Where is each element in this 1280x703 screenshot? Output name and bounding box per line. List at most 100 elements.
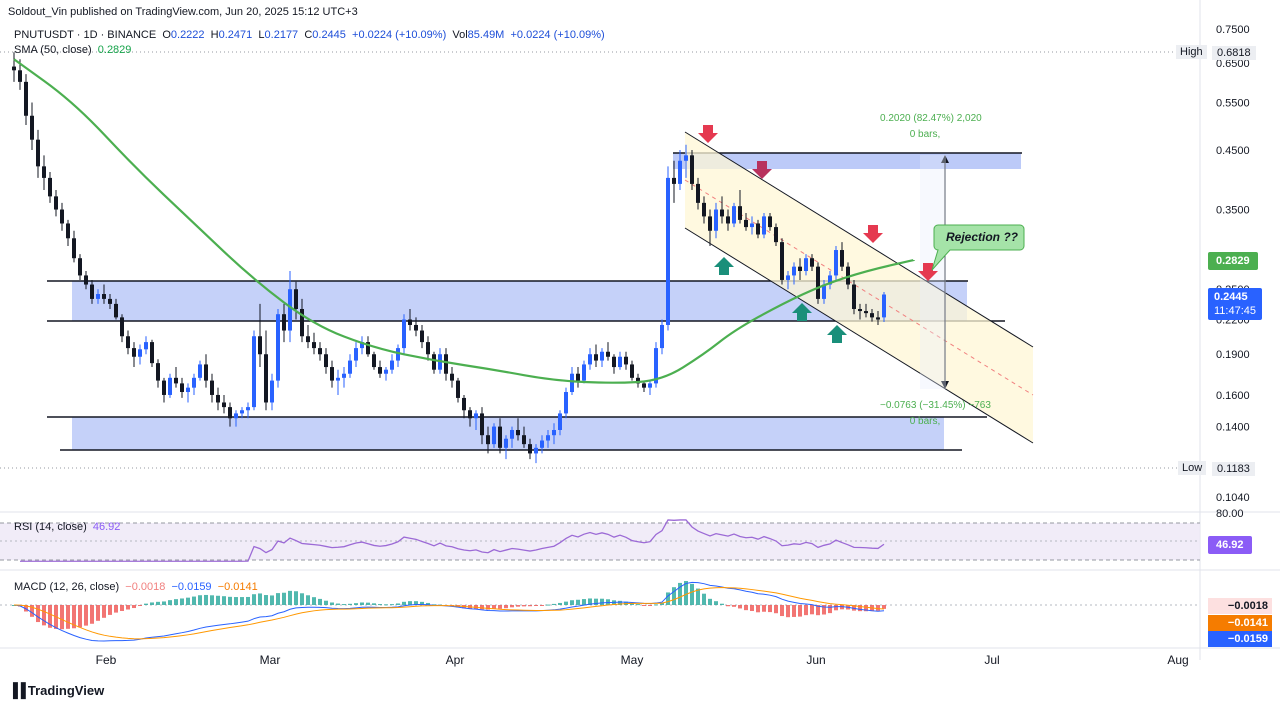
candle-body — [282, 314, 286, 331]
macd-hist-bar — [228, 596, 232, 605]
candle-body — [264, 354, 268, 403]
candle-body — [474, 413, 478, 419]
candle-body — [732, 206, 736, 224]
symbol-label[interactable]: PNUTUSDT · 1D · BINANCE — [14, 29, 156, 41]
macd-hist-bar — [882, 605, 886, 609]
macd-label: MACD (12, 26, close) — [14, 581, 120, 593]
candle-body — [402, 319, 406, 349]
macd-legend[interactable]: MACD (12, 26, close) −0.0018 −0.0159 −0.… — [14, 581, 258, 593]
candle-body — [90, 284, 94, 299]
candle-body — [420, 330, 424, 343]
candle-body — [708, 216, 712, 231]
brand-name: TradingView — [27, 682, 105, 698]
macd-hist-bar — [384, 604, 388, 606]
macd-hist-tag: −0.0018 — [1208, 598, 1272, 614]
macd-hist-bar — [516, 605, 520, 607]
macd-hist-bar — [390, 604, 394, 606]
macd-hist-bar — [186, 597, 190, 605]
macd-hist-bar — [732, 605, 736, 607]
candle-body — [306, 336, 310, 343]
macd-hist-bar — [636, 604, 640, 606]
price-tick-0: 0.7500 — [1216, 24, 1250, 36]
volume-value: 85.49M — [467, 29, 505, 41]
candle-body — [84, 275, 88, 285]
candle-body — [102, 294, 106, 299]
candle-body — [288, 289, 292, 331]
macd-hist-bar — [828, 605, 832, 614]
candle-body — [876, 317, 880, 320]
macd-hist-bar — [348, 603, 352, 605]
candle-body — [24, 81, 28, 116]
candle-body — [180, 383, 184, 393]
macd-hist-bar — [192, 596, 196, 605]
candle-body — [552, 429, 556, 436]
macd-hist-bar — [306, 595, 310, 605]
macd-hist-bar — [534, 605, 538, 606]
rsi-legend[interactable]: RSI (14, close) 46.92 — [14, 521, 120, 533]
price-tick-3: 0.4500 — [1216, 145, 1250, 157]
price-tick-8: 0.1900 — [1216, 349, 1250, 361]
candle-body — [72, 238, 76, 259]
candle-body — [756, 223, 760, 235]
candle-body — [372, 354, 376, 368]
candle-body — [108, 298, 112, 304]
measure-up-line1: 0.2020 (82.47%) 2,020 — [880, 113, 982, 124]
candle-body — [408, 319, 412, 325]
macd-hist-bar — [312, 597, 316, 605]
candle-body — [138, 349, 142, 357]
macd-hist-bar — [366, 602, 370, 605]
macd-hist-bar — [204, 594, 208, 605]
macd-hist-bar — [702, 593, 706, 605]
macd-hist-bar — [540, 605, 544, 606]
macd-hist-bar — [762, 605, 766, 612]
tradingview-logo[interactable]: ▐▐ TradingView — [8, 682, 104, 698]
macd-hist-bar — [222, 596, 226, 605]
time-tick-jun: Jun — [806, 653, 825, 667]
candle-body — [816, 266, 820, 299]
rsi-top-tick: 80.00 — [1216, 508, 1244, 520]
candle-body — [642, 383, 646, 388]
sma-value: 0.2829 — [97, 44, 132, 56]
candle-body — [834, 250, 838, 276]
macd-hist-bar — [294, 591, 298, 605]
candle-body — [126, 336, 130, 349]
macd-hist-bar — [174, 599, 178, 605]
candle-body — [414, 324, 418, 331]
macd-hist-bar — [270, 595, 274, 605]
candle-body — [798, 266, 802, 272]
candle-body — [630, 364, 634, 378]
candle-body — [600, 351, 604, 361]
candle-body — [774, 227, 778, 243]
candle-body — [870, 313, 874, 318]
candle-body — [786, 275, 790, 280]
candle-body — [378, 367, 382, 374]
signal-line — [13, 587, 885, 640]
candle-body — [162, 380, 166, 395]
macd-hist-bar — [792, 605, 796, 617]
sma-legend[interactable]: SMA (50, close) 0.2829 — [14, 44, 131, 56]
macd-hist-bar — [564, 601, 568, 605]
macd-hist-bar — [210, 595, 214, 605]
candle-body — [96, 294, 100, 299]
candle-body — [348, 360, 352, 374]
candle-body — [522, 435, 526, 445]
candle-body — [624, 356, 628, 365]
macd-hist-bar — [162, 601, 166, 605]
measure-up-line2: 0 bars, — [909, 129, 941, 140]
macd-hist-bar — [114, 605, 118, 613]
candle-body — [318, 348, 322, 355]
macd-hist-bar — [738, 605, 742, 609]
macd-hist-bar — [144, 603, 148, 605]
macd-hist-bar — [522, 605, 526, 607]
macd-hist-bar — [750, 605, 754, 612]
macd-hist-bar — [66, 605, 70, 629]
candle-body — [540, 440, 544, 448]
macd-hist-bar — [264, 595, 268, 605]
candle-body — [390, 360, 394, 370]
candle-body — [330, 367, 334, 381]
candle-body — [60, 209, 64, 224]
time-tick-jul: Jul — [984, 653, 999, 667]
candle-body — [234, 413, 238, 419]
candle-body — [564, 392, 568, 414]
measure-down-line1: −0.0763 (−31.45%) −763 — [880, 400, 991, 411]
